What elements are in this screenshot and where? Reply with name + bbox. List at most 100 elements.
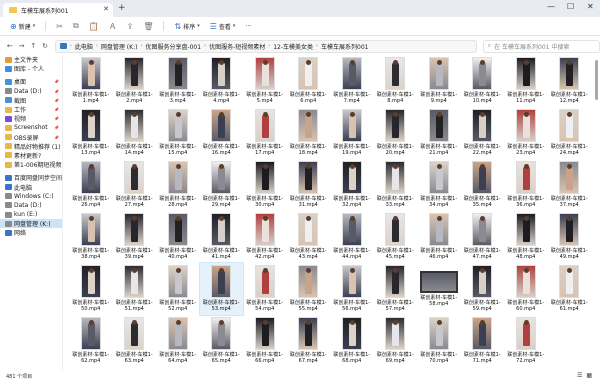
maximize-button[interactable]: ☐ [567,2,574,11]
file-item[interactable]: 联创素材-车模1-31.mp4 [287,159,331,211]
file-item[interactable]: 联创素材-车模1-69.mp4 [374,315,418,367]
sidebar-item[interactable]: 精品好物推荐 (1) [0,142,62,151]
breadcrumb-item[interactable]: 优图服务-短视频素材 [209,42,265,51]
file-item[interactable]: 联创素材-车模1-8.mp4 [374,55,418,107]
file-item[interactable]: 联创素材-车模1-42.mp4 [243,211,287,263]
file-item[interactable]: 联创素材-车模1-72.mp4 [504,315,548,367]
file-item[interactable]: 联创素材-车模1-48.mp4 [504,211,548,263]
new-tab-button[interactable]: + [118,3,126,13]
file-item[interactable]: 联创素材-车模1-58.mp4 [417,263,461,315]
file-item[interactable]: 联创素材-车模1-18.mp4 [287,107,331,159]
up-icon[interactable]: ↑ [27,42,39,50]
chevron-right-icon[interactable]: › [140,43,142,49]
file-item[interactable]: 联创素材-车模1-37.mp4 [548,159,592,211]
file-item[interactable]: 联创素材-车模1-45.mp4 [374,211,418,263]
sidebar-item[interactable]: 百度网盘同步空间 [0,173,62,182]
file-item[interactable]: 联创素材-车模1-11.mp4 [504,55,548,107]
sidebar-item[interactable]: 视频 📌 [0,114,62,123]
file-item[interactable]: 联创素材-车模1-27.mp4 [113,159,157,211]
file-item[interactable]: 联创素材-车模1-30.mp4 [243,159,287,211]
paste-icon[interactable]: 📋 [85,19,103,33]
share-icon[interactable]: ⇪ [123,19,138,33]
file-item[interactable]: 联创素材-车模1-6.mp4 [287,55,331,107]
sidebar-item[interactable]: 第1-006期短视频素 [0,160,62,169]
file-item[interactable]: 联创素材-车模1-13.mp4 [69,107,113,159]
file-item[interactable]: 联创素材-车模1-54.mp4 [243,263,287,315]
sidebar-item[interactable]: 主文件夹 [0,55,62,64]
file-item[interactable]: 联创素材-车模1-68.mp4 [330,315,374,367]
new-button[interactable]: ⊕ 新建 ▾ [6,19,39,33]
file-item[interactable]: 联创素材-车模1-12.mp4 [548,55,592,107]
file-item[interactable]: 联创素材-车模1-3.mp4 [156,55,200,107]
refresh-icon[interactable]: ↻ [39,42,51,50]
back-icon[interactable]: ← [4,42,16,50]
file-item[interactable]: 联创素材-车模1-16.mp4 [200,107,244,159]
file-item[interactable]: 联创素材-车模1-36.mp4 [504,159,548,211]
more-button[interactable]: ··· [241,19,255,33]
file-item[interactable]: 联创素材-车模1-14.mp4 [113,107,157,159]
sidebar-item[interactable]: 截图 📌 [0,96,62,105]
file-item[interactable]: 联创素材-车模1-51.mp4 [113,263,157,315]
delete-icon[interactable]: 🗑 [139,19,157,33]
file-item[interactable]: 联创素材-车模1-34.mp4 [417,159,461,211]
file-item[interactable]: 联创素材-车模1-26.mp4 [69,159,113,211]
file-item[interactable]: 联创素材-车模1-56.mp4 [330,263,374,315]
file-item[interactable]: 联创素材-车模1-10.mp4 [461,55,505,107]
file-item[interactable]: 联创素材-车模1-23.mp4 [504,107,548,159]
forward-icon[interactable]: → [16,42,28,50]
cut-icon[interactable]: ✂ [52,19,67,33]
file-item[interactable]: 联创素材-车模1-15.mp4 [156,107,200,159]
file-item[interactable]: 联创素材-车模1-59.mp4 [461,263,505,315]
file-item[interactable]: 联创素材-车模1-32.mp4 [330,159,374,211]
file-item[interactable]: 联创素材-车模1-38.mp4 [69,211,113,263]
file-item[interactable]: 联创素材-车模1-19.mp4 [330,107,374,159]
file-item[interactable]: 联创素材-车模1-43.mp4 [287,211,331,263]
breadcrumb-item[interactable]: 网盘管理 (K:) [101,42,138,51]
close-icon[interactable]: ✕ [103,5,109,13]
file-item[interactable]: 联创素材-车模1-4.mp4 [200,55,244,107]
sidebar-item[interactable]: Windows (C:) [0,192,62,201]
file-item[interactable]: 联创素材-车模1-60.mp4 [504,263,548,315]
sidebar-item[interactable]: Data (D:) 📌 [0,87,62,96]
chevron-right-icon[interactable]: › [70,43,72,49]
file-item[interactable]: 联创素材-车模1-41.mp4 [200,211,244,263]
file-item[interactable]: 联创素材-车模1-70.mp4 [417,315,461,367]
sidebar-item[interactable]: 网络 [0,228,62,237]
file-item[interactable]: 联创素材-车模1-53.mp4 [198,262,244,316]
file-item[interactable]: 联创素材-车模1-66.mp4 [243,315,287,367]
sidebar-item[interactable]: OBS录屏 📌 [0,133,62,142]
file-item[interactable]: 联创素材-车模1-47.mp4 [461,211,505,263]
sidebar-item[interactable]: Screenshot 📌 [0,123,62,132]
details-view-icon[interactable]: ☰ [577,372,582,379]
sidebar-item[interactable]: 工作 📌 [0,105,62,114]
file-item[interactable]: 联创素材-车模1-50.mp4 [69,263,113,315]
search-input[interactable]: ⌕ 在 车模车展系列001 中搜索 [482,39,600,53]
sidebar-item[interactable]: 桌面 📌 [0,77,62,86]
vertical-scrollbar[interactable] [595,60,598,100]
file-item[interactable]: 联创素材-车模1-17.mp4 [243,107,287,159]
file-item[interactable]: 联创素材-车模1-64.mp4 [156,315,200,367]
file-item[interactable]: 联创素材-车模1-24.mp4 [548,107,592,159]
file-item[interactable]: 联创素材-车模1-2.mp4 [113,55,157,107]
file-item[interactable]: 联创素材-车模1-9.mp4 [417,55,461,107]
file-item[interactable]: 联创素材-车模1-21.mp4 [417,107,461,159]
file-item[interactable]: 联创素材-车模1-67.mp4 [287,315,331,367]
file-item[interactable]: 联创素材-车模1-46.mp4 [417,211,461,263]
file-item[interactable]: 联创素材-车模1-63.mp4 [113,315,157,367]
file-item[interactable]: 联创素材-车模1-52.mp4 [156,263,200,315]
file-item[interactable]: 联创素材-车模1-29.mp4 [200,159,244,211]
file-item[interactable]: 联创素材-车模1-22.mp4 [461,107,505,159]
chevron-right-icon[interactable]: › [96,43,98,49]
file-item[interactable]: 联创素材-车模1-35.mp4 [461,159,505,211]
sidebar-item[interactable]: 图库 - 个人 [0,64,62,73]
file-item[interactable]: 联创素材-车模1-28.mp4 [156,159,200,211]
file-item[interactable]: 联创素材-车模1-44.mp4 [330,211,374,263]
tiles-view-icon[interactable]: ▦ [586,372,592,379]
file-item[interactable]: 联创素材-车模1-65.mp4 [200,315,244,367]
sidebar-item[interactable]: Data (D:) [0,201,62,210]
close-window-button[interactable]: ✕ [587,2,594,11]
breadcrumb-item[interactable]: 优图服务分享盘-001 [145,42,201,51]
sort-button[interactable]: ⇅ 排序 ▾ [170,19,203,33]
chevron-right-icon[interactable]: › [268,43,270,49]
file-item[interactable]: 联创素材-车模1-40.mp4 [156,211,200,263]
